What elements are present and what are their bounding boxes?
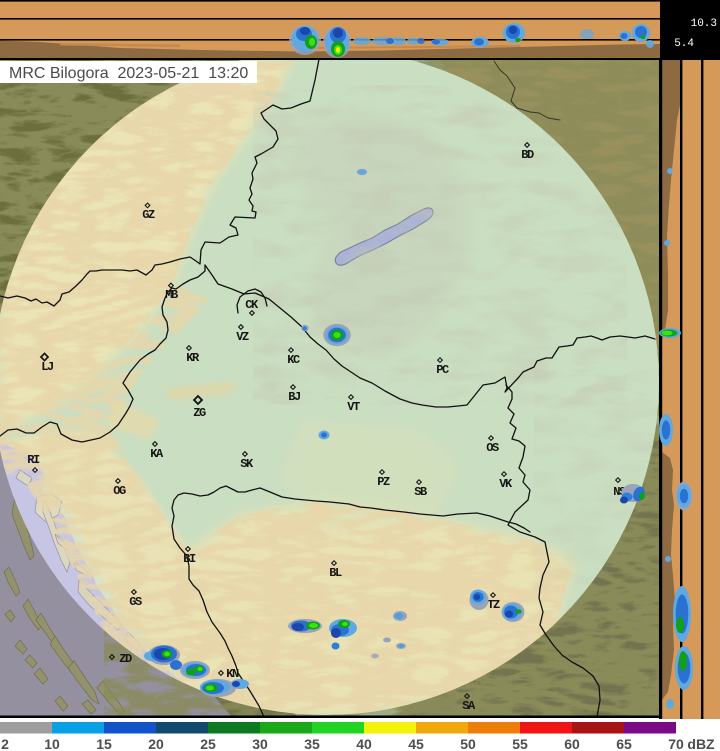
svg-text:RI: RI [27,453,40,467]
svg-text:45: 45 [408,736,424,751]
svg-text:SB: SB [414,485,427,499]
svg-text:2: 2 [1,736,9,751]
svg-text:BL: BL [329,566,342,580]
svg-text:KN: KN [226,667,239,681]
svg-text:PZ: PZ [377,475,390,489]
svg-text:10: 10 [44,736,60,751]
svg-text:65: 65 [616,736,632,751]
svg-text:55: 55 [512,736,528,751]
svg-text:30: 30 [252,736,268,751]
svg-text:ZD: ZD [119,652,132,666]
svg-text:40: 40 [356,736,372,751]
svg-text:TZ: TZ [487,598,500,612]
svg-text:20: 20 [148,736,164,751]
svg-text:OG: OG [113,484,126,498]
svg-text:KC: KC [287,353,300,367]
svg-text:PC: PC [436,363,449,377]
svg-text:VZ: VZ [236,330,249,344]
svg-text:OS: OS [486,441,499,455]
svg-text:MRC Bilogora 2023-05-21 13:2: MRC Bilogora 2023-05-21 13:20 [9,65,248,82]
svg-text:35: 35 [304,736,320,751]
svg-text:50: 50 [460,736,476,751]
svg-text:BI: BI [183,552,196,566]
svg-text:GS: GS [129,595,142,609]
svg-text:70: 70 [668,736,684,751]
svg-text:VT: VT [347,400,360,414]
svg-text:dBZ: dBZ [687,736,715,751]
svg-text:LJ: LJ [41,360,53,374]
svg-text:GZ: GZ [142,208,155,222]
svg-text:10.3: 10.3 [691,18,717,30]
svg-text:15: 15 [96,736,112,751]
svg-text:BJ: BJ [288,390,300,404]
svg-text:60: 60 [564,736,580,751]
svg-text:5.4: 5.4 [674,38,694,50]
svg-text:MB: MB [165,288,178,302]
svg-text:ZG: ZG [193,406,206,420]
svg-text:25: 25 [200,736,216,751]
svg-text:BD: BD [521,148,534,162]
